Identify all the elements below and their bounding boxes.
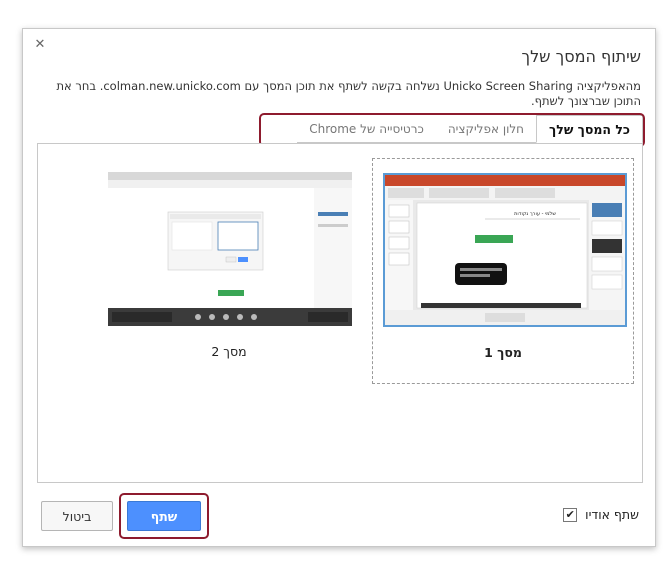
thumb-doc-title: שלמי - עורך נקודות bbox=[514, 211, 556, 217]
check-icon: ✔ bbox=[565, 508, 575, 521]
screen-1-preview: שלמי - עורך נקודות bbox=[385, 175, 625, 325]
close-icon[interactable]: ✕ bbox=[33, 38, 47, 52]
dialog-title: שיתוף המסך שלך bbox=[521, 47, 641, 66]
screen-2-thumbnail[interactable] bbox=[108, 172, 352, 326]
screen-2-preview bbox=[108, 172, 352, 326]
share-screen-dialog: ✕ שיתוף המסך שלך מהאפליקציה Unicko Scree… bbox=[22, 28, 656, 547]
tab-label: כרטיסייה של Chrome bbox=[309, 121, 424, 136]
tab-application-window[interactable]: חלון אפליקציה bbox=[435, 115, 537, 143]
share-audio-checkbox[interactable]: ✔ bbox=[563, 507, 578, 522]
source-tabs: כל המסך שלך חלון אפליקציה כרטיסייה של Ch… bbox=[253, 115, 643, 143]
screen-1-label: מסך 1 bbox=[484, 345, 522, 360]
screen-1-thumbnail[interactable]: שלמי - עורך נקודות bbox=[383, 173, 627, 327]
tab-entire-screen[interactable]: כל המסך שלך bbox=[536, 115, 643, 143]
dialog-description: מהאפליקציה Unicko Screen Sharing נשלחה ב… bbox=[56, 79, 641, 108]
share-audio-label: שתף אודיו bbox=[585, 507, 639, 522]
cancel-button[interactable]: ביטול bbox=[41, 501, 113, 531]
screen-2-option[interactable]: מסך 2 bbox=[98, 158, 360, 384]
tab-chrome-tab[interactable]: כרטיסייה של Chrome bbox=[297, 115, 436, 143]
screens-panel: שלמי - עורך נקודות מסך 1 מסך 2 bbox=[37, 143, 643, 483]
tab-label: כל המסך שלך bbox=[549, 121, 630, 137]
share-audio-option[interactable]: ✔ שתף אודיו bbox=[563, 507, 639, 522]
screen-2-label: מסך 2 bbox=[211, 344, 247, 359]
share-button[interactable]: שתף bbox=[127, 501, 201, 531]
screen-1-option[interactable]: שלמי - עורך נקודות מסך 1 bbox=[372, 158, 634, 384]
dialog-footer: ביטול שתף ✔ שתף אודיו bbox=[23, 491, 655, 541]
tab-label: חלון אפליקציה bbox=[447, 121, 525, 136]
